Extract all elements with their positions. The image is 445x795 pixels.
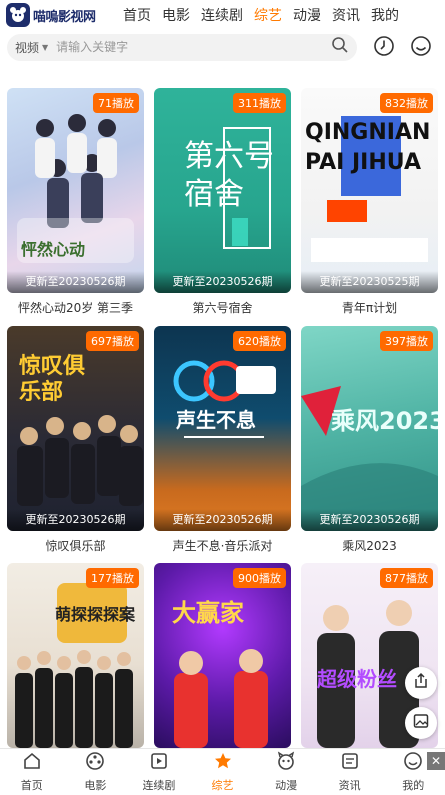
poster-image: 声生不息 620播放 更新至20230526期 <box>154 326 291 531</box>
nav-mine[interactable]: 我的 <box>371 5 399 25</box>
play-count-badge: 832播放 <box>380 93 433 113</box>
film-reel-icon <box>85 751 105 775</box>
poster-image: 乘风2023 397播放 更新至20230526期 <box>301 326 438 531</box>
nav-series[interactable]: 连续剧 <box>201 5 243 25</box>
card-title[interactable]: 第六号宿舍 <box>154 299 291 316</box>
app-root: 喵嗚影视网 首页 电影 连续剧 综艺 动漫 资讯 我的 视频 ▼ 请输入关键字 … <box>0 0 445 795</box>
user-smile-icon[interactable] <box>410 35 432 57</box>
tab-label: 综艺 <box>211 779 234 792</box>
play-count-badge: 397播放 <box>380 331 433 351</box>
play-count-badge: 900播放 <box>233 568 286 588</box>
poster-image: 大赢家 900播放 <box>154 563 291 748</box>
logo-text: 喵嗚影视网 <box>33 9 96 25</box>
share-button[interactable] <box>405 667 437 699</box>
smile-icon <box>403 751 423 775</box>
tab-home[interactable]: 首页 <box>0 749 64 795</box>
tab-variety[interactable]: 综艺 <box>191 749 255 795</box>
bottom-tab-bar: 首页 电影 连续剧 综艺 动漫 资讯 我的 <box>0 748 445 795</box>
variety-card[interactable]: 萌探探探案 177播放 <box>7 563 144 748</box>
filter-row-partial <box>0 62 445 76</box>
card-title[interactable]: 声生不息·音乐派对 <box>154 537 291 554</box>
poster-image: 萌探探探案 177播放 <box>7 563 144 748</box>
tab-label: 电影 <box>84 779 107 792</box>
site-logo[interactable]: 喵嗚影视网 <box>6 2 110 28</box>
dropdown-arrow-icon: ▼ <box>42 42 49 52</box>
close-ad-icon[interactable]: ✕ <box>427 752 445 770</box>
variety-card[interactable]: 怦然心动 71播放 更新至20230526期 怦然心动20岁 第三季 <box>7 88 144 316</box>
variety-card[interactable]: 大赢家 900播放 <box>154 563 291 748</box>
update-status: 更新至20230526期 <box>7 271 144 293</box>
tab-news[interactable]: 资讯 <box>318 749 382 795</box>
poster-title-art: 惊叹俱乐部 <box>19 354 86 405</box>
play-square-icon <box>149 751 169 775</box>
news-icon <box>340 751 360 775</box>
search-input[interactable] <box>56 40 331 54</box>
tab-label: 动漫 <box>275 779 298 792</box>
tab-label: 首页 <box>20 779 43 792</box>
play-count-badge: 177播放 <box>86 568 139 588</box>
variety-card[interactable]: 第六号宿舍 311播放 更新至20230526期 第六号宿舍 <box>154 88 291 316</box>
update-status: 更新至20230526期 <box>7 509 144 531</box>
variety-card[interactable]: 乘风2023 397播放 更新至20230526期 乘风2023 <box>301 326 438 554</box>
nav-home[interactable]: 首页 <box>123 5 151 25</box>
search-bar[interactable]: 视频 ▼ <box>7 33 357 61</box>
card-title[interactable]: 惊叹俱乐部 <box>7 537 144 554</box>
tab-series[interactable]: 连续剧 <box>127 749 191 795</box>
top-header: 喵嗚影视网 首页 电影 连续剧 综艺 动漫 资讯 我的 <box>0 0 445 30</box>
variety-card[interactable]: 声生不息 620播放 更新至20230526期 声生不息·音乐派对 <box>154 326 291 554</box>
tab-movie[interactable]: 电影 <box>64 749 128 795</box>
variety-card[interactable]: QINGNIAN PAI JIHUA 832播放 更新至20230525期 青年… <box>301 88 438 316</box>
poster-image: 怦然心动 71播放 更新至20230526期 <box>7 88 144 293</box>
search-row: 视频 ▼ <box>0 33 445 61</box>
star-icon <box>213 751 233 775</box>
tab-anime[interactable]: 动漫 <box>254 749 318 795</box>
poster-title-art: 乘风2023 <box>331 407 438 435</box>
poster-title-art: 超级粉丝 <box>317 667 397 691</box>
poster-title-art: 声生不息 <box>176 408 256 432</box>
logo-icon <box>6 3 30 27</box>
nav-anime[interactable]: 动漫 <box>293 5 321 25</box>
tab-label: 我的 <box>402 779 425 792</box>
nav-news[interactable]: 资讯 <box>332 5 360 25</box>
update-status: 更新至20230525期 <box>301 271 438 293</box>
play-count-badge: 877播放 <box>380 568 433 588</box>
poster-title-art: 萌探探探案 <box>55 605 136 624</box>
poster-image: 第六号宿舍 311播放 更新至20230526期 <box>154 88 291 293</box>
nav-movie[interactable]: 电影 <box>162 5 190 25</box>
anime-face-icon <box>276 751 296 775</box>
play-count-badge: 697播放 <box>86 331 139 351</box>
update-status: 更新至20230526期 <box>301 509 438 531</box>
tab-label: 资讯 <box>338 779 361 792</box>
nav-variety[interactable]: 综艺 <box>254 5 282 25</box>
history-clock-icon[interactable] <box>373 35 395 57</box>
poster-image: 惊叹俱乐部 697播放 更新至20230526期 <box>7 326 144 531</box>
update-status: 更新至20230526期 <box>154 509 291 531</box>
card-title[interactable]: 怦然心动20岁 第三季 <box>7 299 144 316</box>
top-nav: 首页 电影 连续剧 综艺 动漫 资讯 我的 <box>123 5 410 25</box>
search-category-label: 视频 <box>15 40 40 55</box>
search-category-select[interactable]: 视频 ▼ <box>15 39 48 56</box>
share-icon <box>412 672 430 694</box>
play-count-badge: 311播放 <box>233 93 286 113</box>
poster-title-art: 大赢家 <box>172 599 244 627</box>
tab-label: 连续剧 <box>142 779 176 792</box>
play-count-badge: 71播放 <box>93 93 139 113</box>
poster-title-art: 第六号宿舍 <box>184 139 274 212</box>
image-button[interactable] <box>405 707 437 739</box>
variety-card[interactable]: 惊叹俱乐部 697播放 更新至20230526期 惊叹俱乐部 <box>7 326 144 554</box>
image-icon <box>412 712 430 734</box>
poster-title-art: 怦然心动 <box>21 240 86 259</box>
poster-image: QINGNIAN PAI JIHUA 832播放 更新至20230525期 <box>301 88 438 293</box>
home-icon <box>22 751 42 775</box>
search-icon[interactable] <box>331 36 349 58</box>
card-title[interactable]: 乘风2023 <box>301 537 438 554</box>
play-count-badge: 620播放 <box>233 331 286 351</box>
update-status: 更新至20230526期 <box>154 271 291 293</box>
card-title[interactable]: 青年π计划 <box>301 299 438 316</box>
poster-title-art: QINGNIAN PAI JIHUA <box>305 120 431 175</box>
